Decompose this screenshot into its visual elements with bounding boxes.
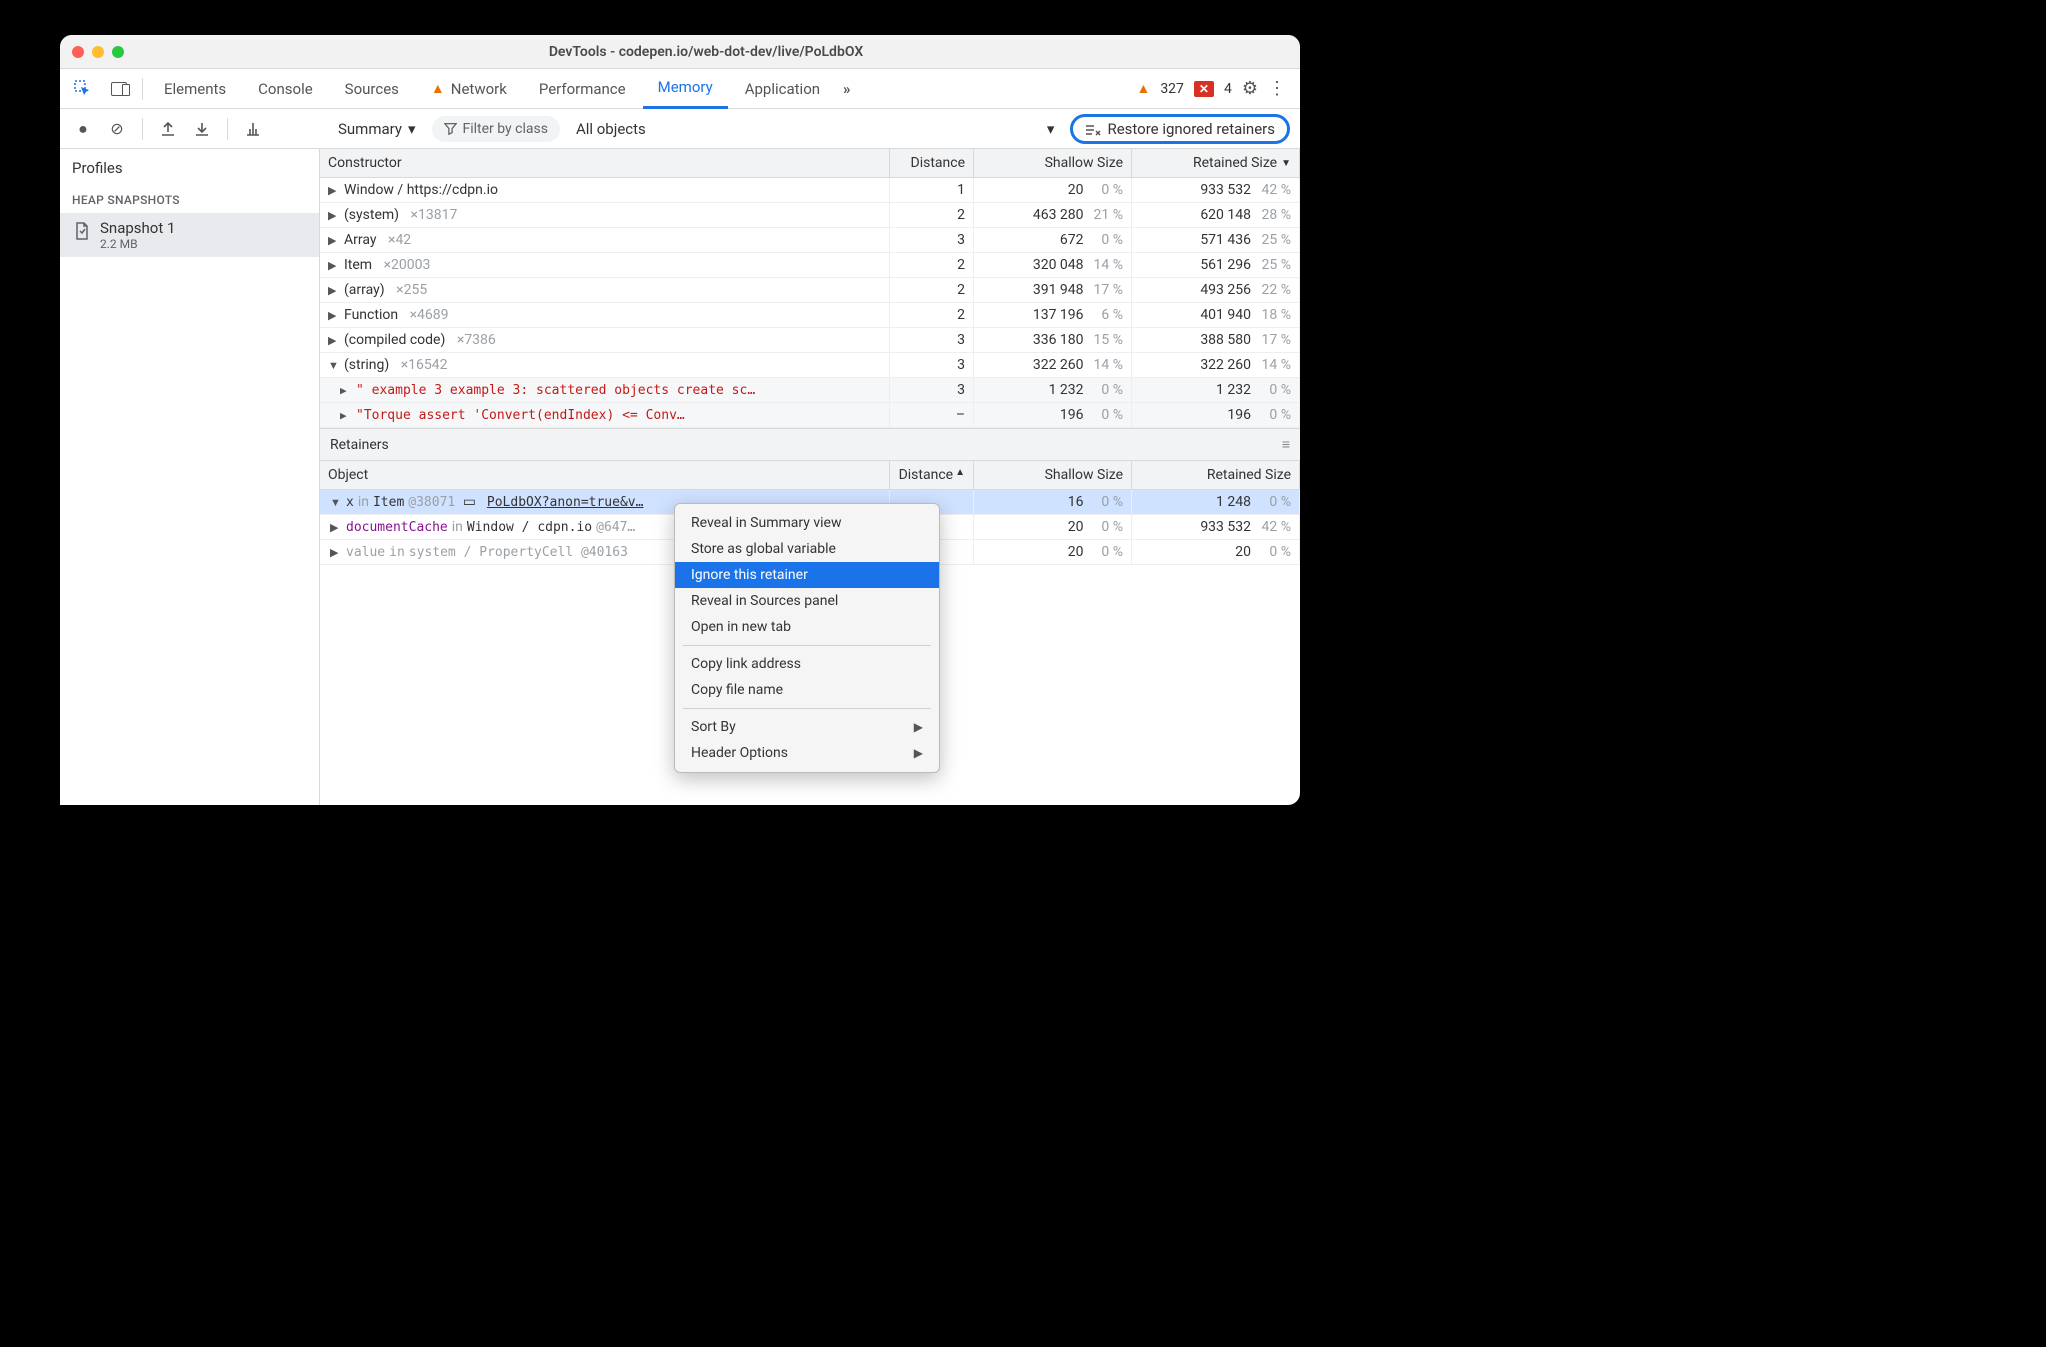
col-constructor[interactable]: Constructor <box>320 149 890 177</box>
tab-elements[interactable]: Elements <box>149 69 241 109</box>
menu-item[interactable]: Reveal in Summary view <box>675 510 939 536</box>
tab-application[interactable]: Application <box>730 69 835 109</box>
chevron-down-icon: ▾ <box>1047 120 1055 138</box>
snapshot-icon <box>72 221 92 241</box>
menu-item[interactable]: Store as global variable <box>675 536 939 562</box>
col-object[interactable]: Object <box>320 461 890 489</box>
table-row[interactable]: ▶(compiled code) ×7386 3 336 180 15 % 38… <box>320 328 1300 353</box>
context-menu: Reveal in Summary viewStore as global va… <box>674 503 940 773</box>
sidebar: Profiles HEAP SNAPSHOTS Snapshot 1 2.2 M… <box>60 149 320 805</box>
minimize-window-icon[interactable] <box>92 46 104 58</box>
warning-icon: ▲ <box>1136 80 1150 97</box>
close-window-icon[interactable] <box>72 46 84 58</box>
filter-bar: Summary ▾ Filter by class All objects ▾ … <box>320 109 1300 149</box>
device-toolbar-icon[interactable] <box>102 72 136 106</box>
table-row[interactable]: ▶Window / https://cdpn.io 1 20 0 % 933 5… <box>320 178 1300 203</box>
sidebar-snapshot-item[interactable]: Snapshot 1 2.2 MB <box>60 213 319 257</box>
table-row[interactable]: ▶(array) ×255 2 391 948 17 % 493 256 22 … <box>320 278 1300 303</box>
chevron-down-icon: ▾ <box>408 120 416 138</box>
tab-performance[interactable]: Performance <box>524 69 641 109</box>
error-icon: ✕ <box>1194 81 1214 97</box>
titlebar: DevTools - codepen.io/web-dot-dev/live/P… <box>60 35 1300 69</box>
tab-sources[interactable]: Sources <box>330 69 414 109</box>
menu-item[interactable]: Open in new tab <box>675 614 939 640</box>
error-count[interactable]: 4 <box>1224 81 1232 97</box>
warning-icon: ▲ <box>431 80 445 97</box>
col-distance[interactable]: Distance▲ <box>890 461 974 489</box>
scope-dropdown[interactable]: All objects ▾ <box>568 116 1063 142</box>
table-row[interactable]: ▶Array ×42 3 672 0 % 571 436 25 % <box>320 228 1300 253</box>
menu-item[interactable]: Copy link address <box>675 651 939 677</box>
menu-item[interactable]: Copy file name <box>675 677 939 703</box>
retainers-header: Retainers ≡ <box>320 428 1300 461</box>
col-retained[interactable]: Retained Size <box>1132 461 1300 489</box>
table-row[interactable]: ▶Item ×20003 2 320 048 14 % 561 296 25 % <box>320 253 1300 278</box>
restore-ignored-retainers-button[interactable]: Restore ignored retainers <box>1070 114 1290 144</box>
window-controls <box>72 46 124 58</box>
constructor-head: Constructor Distance Shallow Size Retain… <box>320 149 1300 178</box>
load-icon[interactable] <box>153 114 183 144</box>
col-shallow[interactable]: Shallow Size <box>974 461 1132 489</box>
save-icon[interactable] <box>187 114 217 144</box>
collect-garbage-icon[interactable] <box>238 114 268 144</box>
snapshot-name: Snapshot 1 <box>100 219 175 237</box>
menu-item[interactable]: Sort By▶ <box>675 714 939 740</box>
tab-memory[interactable]: Memory <box>643 69 728 109</box>
right-status: ▲ 327 ✕ 4 ⚙ ⋮ <box>1136 78 1294 99</box>
col-shallow[interactable]: Shallow Size <box>974 149 1132 177</box>
table-row[interactable]: ▶Function ×4689 2 137 196 6 % 401 940 18… <box>320 303 1300 328</box>
tab-console[interactable]: Console <box>243 69 328 109</box>
filter-icon <box>444 122 457 135</box>
menu-item[interactable]: Reveal in Sources panel <box>675 588 939 614</box>
window-title: DevTools - codepen.io/web-dot-dev/live/P… <box>124 44 1288 60</box>
table-row[interactable]: ▶"Torque assert 'Convert(endIndex) <= Co… <box>320 403 1300 428</box>
menu-icon[interactable]: ≡ <box>1282 436 1290 453</box>
col-distance[interactable]: Distance <box>890 149 974 177</box>
col-retained[interactable]: Retained Size▼ <box>1132 149 1300 177</box>
table-row[interactable]: ▶" example 3 example 3: scattered object… <box>320 378 1300 403</box>
sidebar-category: HEAP SNAPSHOTS <box>60 187 319 213</box>
warning-count[interactable]: 327 <box>1160 81 1184 97</box>
separator <box>142 78 143 100</box>
gear-icon[interactable]: ⚙ <box>1242 78 1258 99</box>
sort-desc-icon: ▼ <box>1281 158 1291 169</box>
constructor-grid: Constructor Distance Shallow Size Retain… <box>320 149 1300 428</box>
table-row[interactable]: ▼(string) ×16542 3 322 260 14 % 322 260 … <box>320 353 1300 378</box>
menu-item[interactable]: Header Options▶ <box>675 740 939 766</box>
filter-input[interactable]: Filter by class <box>432 116 560 142</box>
retainers-head: Object Distance▲ Shallow Size Retained S… <box>320 461 1300 490</box>
more-icon[interactable]: ⋮ <box>1268 78 1286 99</box>
inspect-element-icon[interactable] <box>66 72 100 106</box>
sort-asc-icon: ▲ <box>955 467 965 483</box>
menu-item[interactable]: Ignore this retainer <box>675 562 939 588</box>
snapshot-size: 2.2 MB <box>100 237 175 251</box>
filter-x-icon <box>1085 122 1101 136</box>
devtools-tabs: Elements Console Sources ▲Network Perfor… <box>60 69 1300 109</box>
tab-network[interactable]: ▲Network <box>416 69 522 109</box>
clear-icon[interactable]: ⊘ <box>102 114 132 144</box>
record-icon[interactable]: ● <box>68 114 98 144</box>
maximize-window-icon[interactable] <box>112 46 124 58</box>
table-row[interactable]: ▶(system) ×13817 2 463 280 21 % 620 148 … <box>320 203 1300 228</box>
tabs-overflow[interactable]: » <box>837 69 857 109</box>
view-dropdown[interactable]: Summary ▾ <box>330 116 424 142</box>
sidebar-header: Profiles <box>60 149 319 187</box>
